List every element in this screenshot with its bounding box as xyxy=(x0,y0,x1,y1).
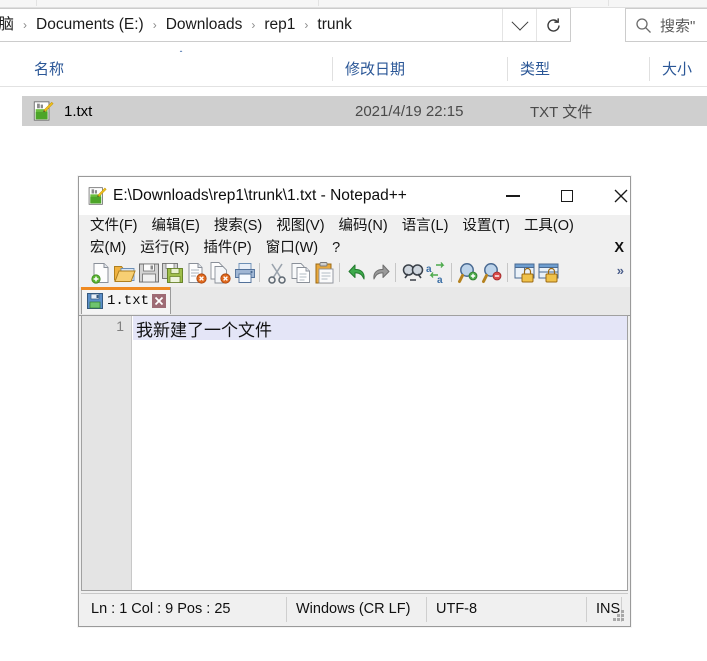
menu-plugins[interactable]: 插件(P) xyxy=(196,237,258,259)
resize-grip-icon[interactable] xyxy=(613,610,624,621)
close-document-button[interactable]: X xyxy=(614,237,624,259)
menu-encoding[interactable]: 编码(N) xyxy=(332,215,395,237)
notepadpp-file-icon xyxy=(33,101,54,121)
column-header-name[interactable]: 名称 xyxy=(22,52,333,85)
minimize-button[interactable] xyxy=(490,177,536,215)
menu-tools[interactable]: 工具(O) xyxy=(517,215,581,237)
replace-icon[interactable]: a a xyxy=(425,261,449,285)
menu-window[interactable]: 窗口(W) xyxy=(259,237,325,259)
status-encoding[interactable]: UTF-8 xyxy=(426,594,586,624)
address-bar[interactable]: 电脑 › Documents (E:) › Downloads › rep1 ›… xyxy=(0,8,571,42)
menu-row-2: 宏(M) 运行(R) 插件(P) 窗口(W) ? X xyxy=(79,237,634,259)
menu-help[interactable]: ? xyxy=(325,237,347,259)
open-file-icon[interactable] xyxy=(113,261,137,285)
column-header-modified[interactable]: 修改日期 xyxy=(333,52,508,85)
zoom-in-icon[interactable] xyxy=(457,261,481,285)
breadcrumb-separator-icon: › xyxy=(152,18,157,32)
zoom-out-icon[interactable] xyxy=(481,261,505,285)
menu-row-1: 文件(F) 编辑(E) 搜索(S) 视图(V) 编码(N) 语言(L) 设置(T… xyxy=(79,215,634,237)
title-bar[interactable]: E:\Downloads\rep1\trunk\1.txt - Notepad+… xyxy=(79,177,630,215)
redo-icon[interactable] xyxy=(369,261,393,285)
tab-bar: 1.txt xyxy=(79,287,630,316)
paste-icon[interactable] xyxy=(313,261,337,285)
svg-text:a: a xyxy=(437,275,443,285)
save-all-icon[interactable] xyxy=(161,261,185,285)
search-box[interactable]: 搜索" xyxy=(625,8,707,42)
column-header-row: 名称 修改日期 类型 大小 xyxy=(0,52,707,87)
code-text-area[interactable]: 我新建了一个文件 xyxy=(133,316,627,590)
ribbon-bottom-edge xyxy=(0,0,707,8)
editor-line-1: 我新建了一个文件 xyxy=(136,320,272,340)
line-number: 1 xyxy=(116,318,124,334)
breadcrumb-item-trunk[interactable]: trunk xyxy=(313,9,355,41)
chevron-down-icon xyxy=(511,13,528,31)
cut-icon[interactable] xyxy=(265,261,289,285)
new-file-icon[interactable] xyxy=(89,261,113,285)
find-icon[interactable] xyxy=(401,261,425,285)
sync-vertical-icon[interactable] xyxy=(513,261,537,285)
search-input[interactable]: 搜索" xyxy=(660,15,695,36)
menu-search[interactable]: 搜索(S) xyxy=(207,215,269,237)
undo-icon[interactable] xyxy=(345,261,369,285)
toolbar: a a » xyxy=(79,259,630,288)
address-dropdown-button[interactable] xyxy=(502,9,536,41)
breadcrumb-item-documents[interactable]: Documents (E:) xyxy=(32,9,148,41)
maximize-button[interactable] xyxy=(544,177,590,215)
status-position: Ln : 1 Col : 9 Pos : 25 xyxy=(91,601,231,617)
window-title: E:\Downloads\rep1\trunk\1.txt - Notepad+… xyxy=(113,187,407,204)
save-icon[interactable] xyxy=(137,261,161,285)
status-bar: Ln : 1 Col : 9 Pos : 25 Windows (CR LF) … xyxy=(81,593,628,624)
close-file-icon[interactable] xyxy=(185,261,209,285)
line-number-gutter: 1 xyxy=(82,316,132,590)
notepadpp-window: E:\Downloads\rep1\trunk\1.txt - Notepad+… xyxy=(78,176,631,627)
menu-view[interactable]: 视图(V) xyxy=(269,215,331,237)
menu-bar: 文件(F) 编辑(E) 搜索(S) 视图(V) 编码(N) 语言(L) 设置(T… xyxy=(79,215,630,259)
maximize-icon xyxy=(561,190,573,202)
breadcrumb: 电脑 › Documents (E:) › Downloads › rep1 ›… xyxy=(0,9,356,41)
status-eol[interactable]: Windows (CR LF) xyxy=(286,594,426,624)
active-tab-indicator xyxy=(81,287,170,290)
address-bar-row: 电脑 › Documents (E:) › Downloads › rep1 ›… xyxy=(0,8,707,44)
breadcrumb-item-rep1[interactable]: rep1 xyxy=(260,9,299,41)
svg-text:a: a xyxy=(426,264,432,275)
breadcrumb-separator-icon: › xyxy=(304,18,309,32)
tab-label: 1.txt xyxy=(107,293,150,309)
sync-horizontal-icon[interactable] xyxy=(537,261,561,285)
tab-close-button[interactable] xyxy=(152,294,167,308)
menu-file[interactable]: 文件(F) xyxy=(83,215,145,237)
column-header-size[interactable]: 大小 xyxy=(650,52,707,85)
refresh-button[interactable] xyxy=(536,9,570,41)
menu-settings[interactable]: 设置(T) xyxy=(455,215,517,237)
menu-edit[interactable]: 编辑(E) xyxy=(145,215,207,237)
search-icon xyxy=(626,9,660,41)
notepadpp-icon xyxy=(88,187,107,205)
editor-area[interactable]: 1 我新建了一个文件 xyxy=(81,315,628,591)
breadcrumb-item-this-pc[interactable]: 电脑 xyxy=(0,9,18,41)
breadcrumb-item-downloads[interactable]: Downloads xyxy=(162,9,247,41)
close-all-icon[interactable] xyxy=(209,261,233,285)
menu-run[interactable]: 运行(R) xyxy=(133,237,196,259)
menu-language[interactable]: 语言(L) xyxy=(395,215,456,237)
toolbar-overflow-icon[interactable]: » xyxy=(617,263,624,278)
close-icon xyxy=(614,189,628,203)
copy-icon[interactable] xyxy=(289,261,313,285)
minimize-icon xyxy=(506,195,520,197)
print-icon[interactable] xyxy=(233,261,257,285)
menu-macro[interactable]: 宏(M) xyxy=(83,237,133,259)
column-header-type[interactable]: 类型 xyxy=(508,52,650,85)
saved-floppy-icon xyxy=(87,293,103,309)
breadcrumb-separator-icon: › xyxy=(251,18,256,32)
close-icon xyxy=(154,296,164,306)
refresh-icon xyxy=(547,17,560,32)
file-type-cell: TXT 文件 xyxy=(530,103,593,121)
tab-1txt[interactable]: 1.txt xyxy=(81,287,172,314)
table-row[interactable]: 1.txt 2021/4/19 22:15 TXT 文件 xyxy=(22,96,707,126)
file-name-cell: 1.txt xyxy=(64,102,93,120)
file-modified-cell: 2021/4/19 22:15 xyxy=(355,102,464,120)
close-button[interactable] xyxy=(598,177,644,215)
breadcrumb-separator-icon: › xyxy=(23,18,28,32)
